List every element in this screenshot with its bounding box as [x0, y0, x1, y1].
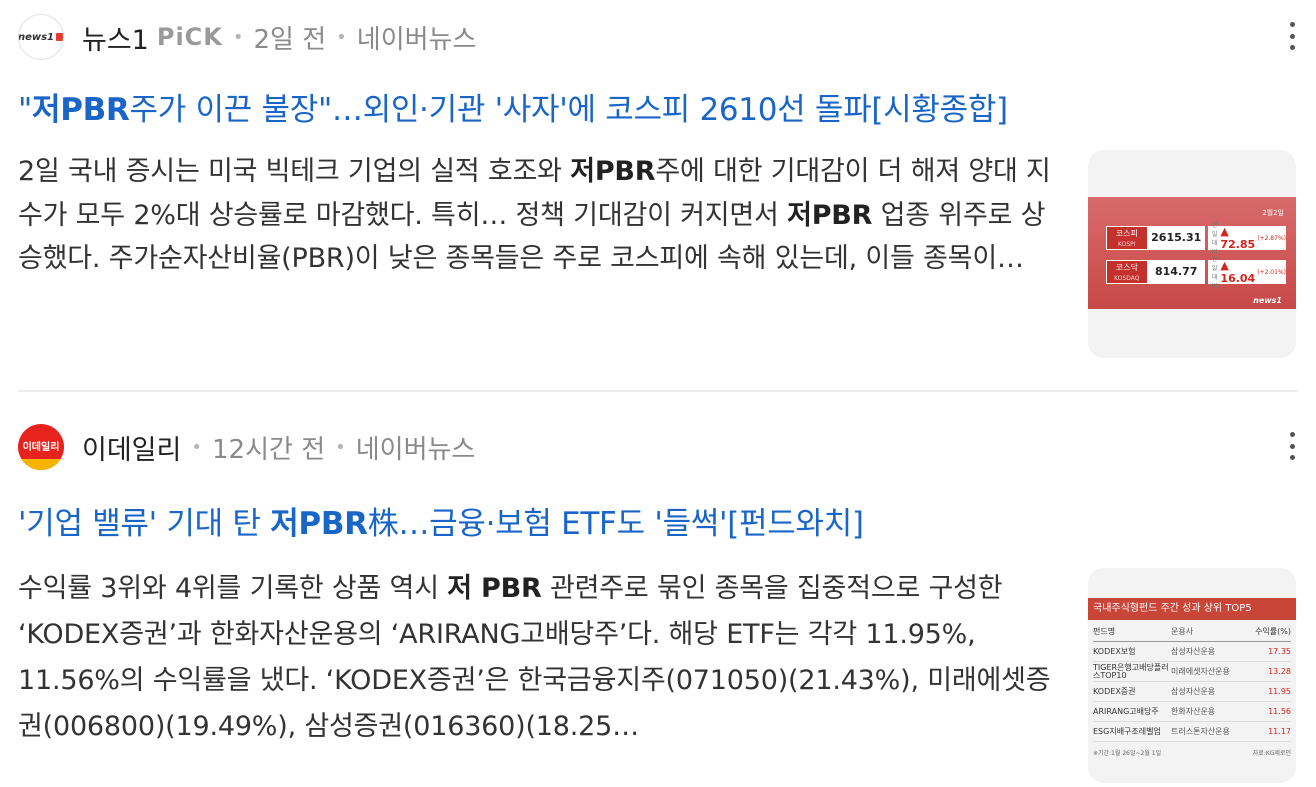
- separator-dot: •: [191, 436, 202, 458]
- press-logo[interactable]: news1: [18, 14, 64, 60]
- thumb-date: 2월2일: [1262, 209, 1284, 217]
- table-header: 펀드명 운용사 수익률(%): [1093, 622, 1291, 642]
- press-logo[interactable]: 이데일리: [18, 424, 64, 470]
- press-name[interactable]: 뉴스1: [82, 18, 149, 57]
- article-thumbnail[interactable]: 국내주식형펀드 주간 성과 상위 TOP5 펀드명 운용사 수익률(%) KOD…: [1088, 568, 1296, 783]
- article-snippet[interactable]: 수익률 3위와 4위를 기록한 상품 역시 저 PBR 관련주로 묶인 종목을 …: [18, 566, 1063, 750]
- pick-badge: PiCK: [156, 23, 223, 51]
- title-highlight: 저PBR: [31, 92, 130, 128]
- index-value: 814.77: [1147, 260, 1205, 284]
- title-highlight: 저PBR: [270, 506, 368, 542]
- separator-dot: •: [232, 26, 244, 48]
- article-thumbnail[interactable]: 2월2일 코스피 KOSPI 2615.31 전일대비 ▲ 72.85 (+2.87%…: [1088, 150, 1296, 358]
- thumb-brand: news1: [1253, 296, 1282, 305]
- table-row: KODEX보험 삼성자산운용 17.35: [1093, 642, 1291, 662]
- card-divider: [18, 390, 1298, 392]
- table-row: TIGER은행고배당플러스TOP10 미래에셋자산운용 13.28: [1093, 662, 1291, 682]
- separator-dot: •: [335, 436, 346, 458]
- news-card: news1 뉴스1 PiCK • 2일 전 • 네이버뉴스 "저PBR주가 이끈…: [0, 0, 1316, 390]
- article-snippet[interactable]: 2일 국내 증시는 미국 빅테크 기업의 실적 호조와 저PBR주에 대한 기대…: [18, 150, 1063, 281]
- more-options-icon[interactable]: [1288, 22, 1296, 50]
- more-options-icon[interactable]: [1288, 432, 1296, 460]
- index-row: 코스피 KOSPI 2615.31 전일대비 ▲ 72.85 (+2.87%): [1106, 222, 1286, 256]
- published-time: 2일 전: [253, 24, 327, 55]
- index-row: 코스닥 KOSDAQ 814.77 전일대비 ▲ 16.04 (+2.01%): [1106, 256, 1286, 290]
- source-row: news1 뉴스1 PiCK • 2일 전 • 네이버뉴스: [18, 12, 476, 62]
- table-row: ARIRANG고배당주 한화자산운용 11.56: [1093, 702, 1291, 722]
- article-title[interactable]: '기업 밸류' 기대 탄 저PBR株…금융·보험 ETF도 '들썩'[펀드와치]: [18, 498, 864, 543]
- article-title[interactable]: "저PBR주가 이끈 불장"…외인·기관 '사자'에 코스피 2610선 돌파[…: [18, 84, 1008, 129]
- index-change: ▲ 16.04: [1220, 259, 1256, 285]
- separator-dot: •: [336, 26, 347, 48]
- thumb-table-title: 국내주식형펀드 주간 성과 상위 TOP5: [1088, 598, 1296, 620]
- thumb-footnote: ※기간:1월 26일~2월 1일 자료:KG제로인: [1093, 750, 1291, 757]
- table-row: KODEX증권 삼성자산운용 11.95: [1093, 682, 1291, 702]
- press-logo-text: news1: [18, 31, 55, 43]
- fund-table: 펀드명 운용사 수익률(%) KODEX보험 삼성자산운용 17.35 TIGE…: [1093, 622, 1291, 742]
- index-change: ▲ 72.85: [1220, 225, 1256, 251]
- source-row: 이데일리 이데일리 • 12시간 전 • 네이버뉴스: [18, 422, 475, 472]
- published-time: 12시간 전: [212, 434, 326, 465]
- news-card: 이데일리 이데일리 • 12시간 전 • 네이버뉴스 '기업 밸류' 기대 탄 …: [0, 410, 1316, 787]
- portal-link[interactable]: 네이버뉴스: [357, 19, 477, 56]
- press-logo-text: 이데일리: [22, 441, 60, 453]
- index-value: 2615.31: [1147, 226, 1205, 250]
- table-row: ESG지배구조레벨업 트러스톤자산운용 11.17: [1093, 722, 1291, 742]
- press-name[interactable]: 이데일리: [82, 428, 181, 467]
- portal-link[interactable]: 네이버뉴스: [356, 429, 476, 466]
